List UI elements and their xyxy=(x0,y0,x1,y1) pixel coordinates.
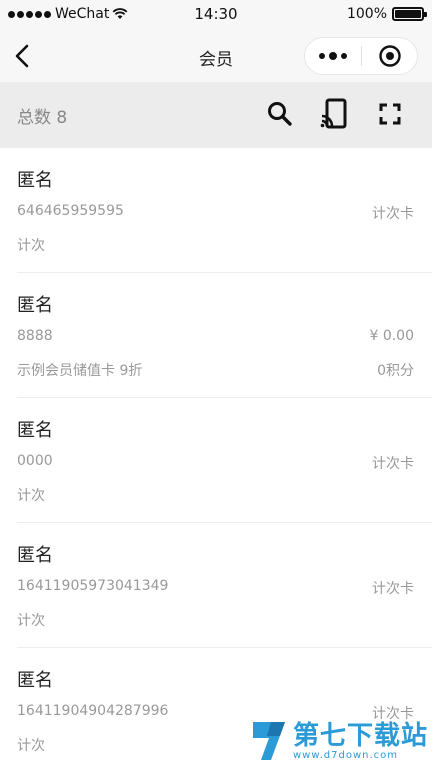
back-button[interactable] xyxy=(10,42,34,70)
member-card-type: 计次 xyxy=(17,613,45,629)
watermark-text: 第七下载站 www.d7down.com xyxy=(293,722,428,761)
member-card-number: 16411904904287996 xyxy=(17,703,169,719)
member-card-number: 0000 xyxy=(17,453,53,469)
site-watermark: 第七下载站 www.d7down.com xyxy=(249,718,428,764)
member-points: 0积分 xyxy=(377,363,414,379)
battery-icon xyxy=(392,7,427,21)
member-balance: ¥ 0.00 xyxy=(369,328,414,344)
member-item[interactable]: 匿名 8888 ¥ 0.00 示例会员储值卡 9折 0积分 xyxy=(17,273,432,398)
close-mini-program-button[interactable] xyxy=(362,38,417,74)
member-item[interactable]: 匿名 16411905973041349 计次卡 计次 xyxy=(17,523,432,648)
watermark-logo-icon xyxy=(252,722,285,760)
watermark-url: www.d7down.com xyxy=(292,749,399,761)
more-dot-icon xyxy=(329,52,337,60)
member-card-kind: 计次卡 xyxy=(372,206,414,222)
more-button[interactable] xyxy=(305,38,361,74)
member-card-kind: 计次卡 xyxy=(372,456,414,472)
status-bar: WeChat 14:30 100% xyxy=(0,0,432,30)
mini-program-capsule xyxy=(304,37,418,75)
member-list: 匿名 646465959595 计次卡 计次 匿名 8888 ¥ 0.00 示例… xyxy=(0,148,432,768)
list-toolbar: 总数 8 xyxy=(0,82,432,148)
total-count: 总数 8 xyxy=(17,108,68,128)
status-right: 100% xyxy=(346,6,427,22)
nav-bar: 会员 xyxy=(0,30,432,82)
battery-percent: 100% xyxy=(346,6,387,22)
cast-button[interactable] xyxy=(316,96,352,132)
search-button[interactable] xyxy=(262,96,298,132)
member-name: 匿名 xyxy=(17,420,53,441)
fullscreen-icon xyxy=(379,103,401,125)
cast-icon xyxy=(320,98,347,129)
member-item[interactable]: 匿名 646465959595 计次卡 计次 xyxy=(17,148,432,273)
member-card-kind: 计次卡 xyxy=(372,581,414,597)
member-card-number: 646465959595 xyxy=(17,203,124,219)
member-card-number: 16411905973041349 xyxy=(17,578,169,594)
member-item[interactable]: 匿名 0000 计次卡 计次 xyxy=(17,398,432,523)
more-dot-icon xyxy=(319,53,325,59)
member-card-type: 计次 xyxy=(17,738,45,754)
more-dot-icon xyxy=(341,53,347,59)
fullscreen-button[interactable] xyxy=(372,96,408,132)
member-card-number: 8888 xyxy=(17,328,53,344)
watermark-title: 第七下载站 xyxy=(292,720,428,751)
member-card-type: 计次 xyxy=(17,488,45,504)
chevron-left-icon xyxy=(15,44,29,68)
member-name: 匿名 xyxy=(17,670,53,691)
search-icon xyxy=(268,102,292,126)
target-close-icon xyxy=(378,45,401,67)
member-name: 匿名 xyxy=(17,295,53,316)
member-name: 匿名 xyxy=(17,170,53,191)
member-card-type: 计次 xyxy=(17,238,45,254)
member-name: 匿名 xyxy=(17,545,53,566)
member-card-type: 示例会员储值卡 9折 xyxy=(17,363,143,379)
